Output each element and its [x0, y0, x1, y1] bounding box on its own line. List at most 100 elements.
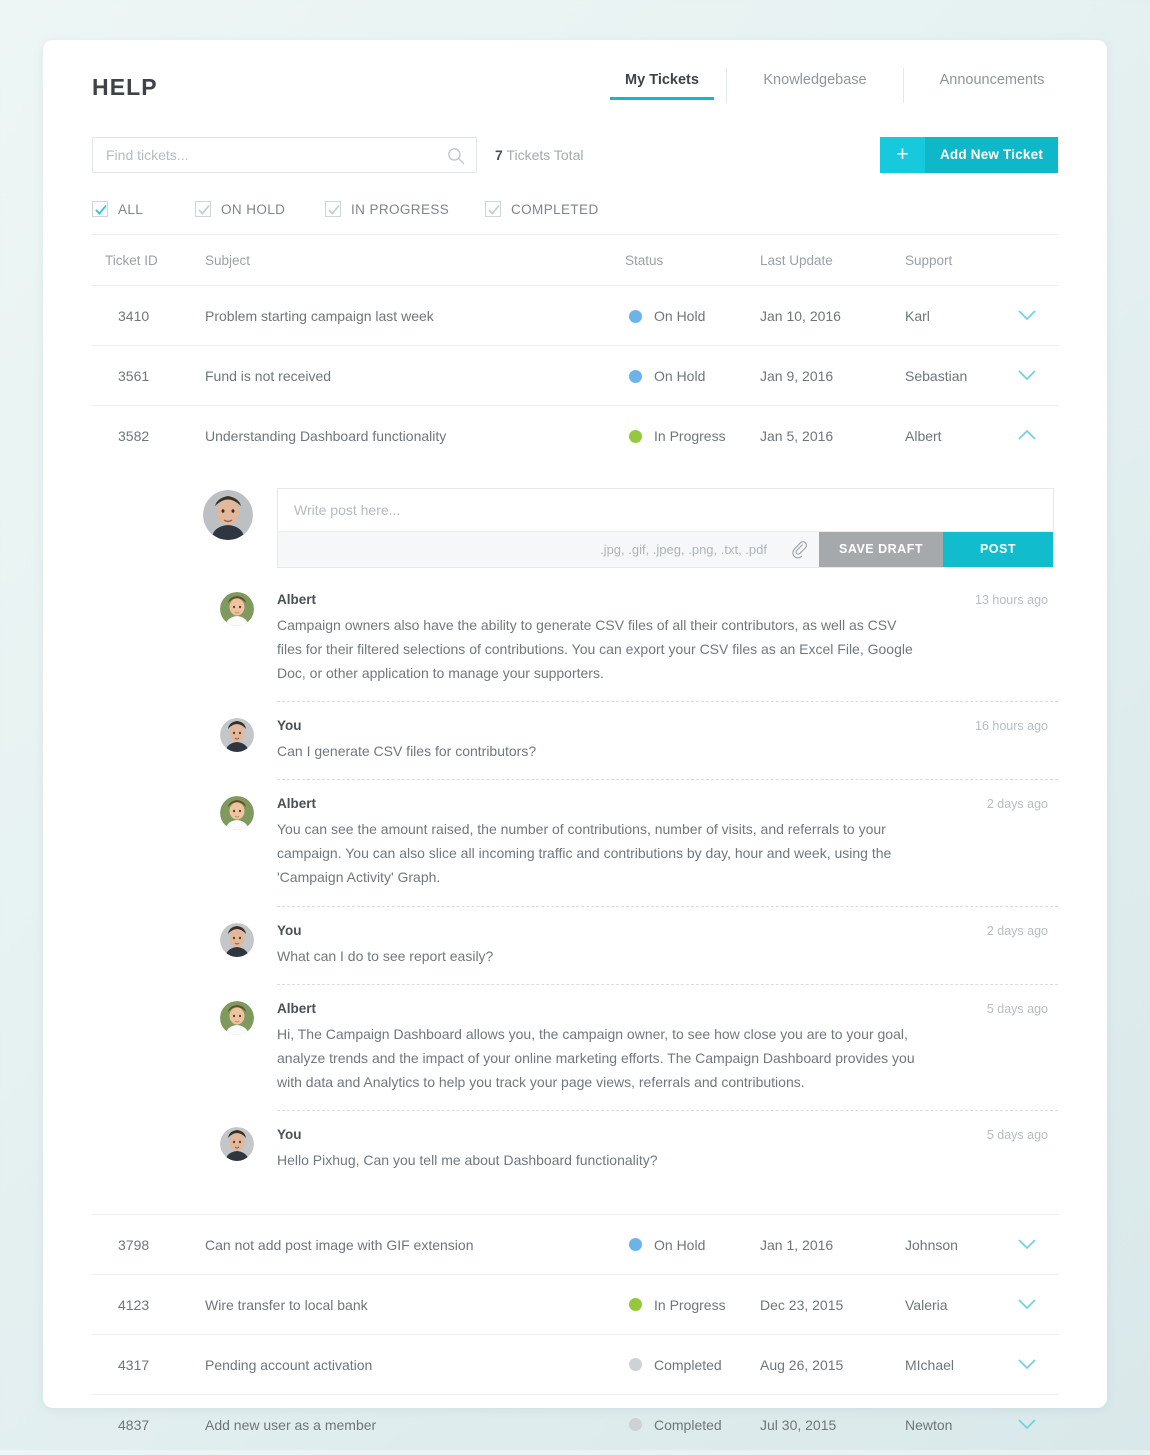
ticket-count-number: 7	[495, 147, 503, 163]
status-dot	[629, 429, 642, 443]
search-input[interactable]	[106, 138, 436, 172]
avatar	[220, 592, 254, 626]
filter-in-progress-label: IN PROGRESS	[351, 201, 450, 217]
cell-status: On Hold	[629, 1237, 705, 1253]
list-item: Albert 13 hours ago Campaign owners also…	[92, 592, 1058, 703]
albert-avatar-image	[220, 592, 254, 626]
chevron-up-icon[interactable]	[1016, 428, 1038, 442]
table-row[interactable]: 4837 Add new user as a member Completed …	[92, 1395, 1058, 1455]
table-row[interactable]: 4317 Pending account activation Complete…	[92, 1335, 1058, 1395]
post-composer: Write post here... .jpg, .gif, .jpeg, .p…	[92, 488, 1058, 568]
chevron-down-icon[interactable]	[1016, 368, 1038, 382]
checkbox-in-progress[interactable]	[325, 201, 341, 217]
filter-completed[interactable]: COMPLETED	[485, 201, 599, 217]
tab-announcements[interactable]: Announcements	[904, 72, 1080, 100]
albert-avatar-image	[220, 1000, 254, 1035]
message-header: Albert 5 days ago	[277, 1001, 1048, 1016]
message-author: You	[277, 922, 302, 938]
status-label: On Hold	[654, 368, 706, 384]
cell-status: On Hold	[629, 368, 705, 384]
status-label: In Progress	[654, 428, 726, 444]
filter-in-progress[interactable]: IN PROGRESS	[325, 201, 485, 217]
main-tabs: My Tickets Knowledgebase Announcements	[598, 68, 1080, 103]
message-header: Albert 2 days ago	[277, 796, 1048, 811]
list-item: You 5 days ago Hello Pixhug, Can you tel…	[92, 1111, 1058, 1188]
message-thread: Albert 13 hours ago Campaign owners also…	[92, 592, 1058, 1188]
you-avatar-image	[220, 718, 254, 753]
cell-support: Newton	[905, 1416, 953, 1433]
table-row[interactable]: 4123 Wire transfer to local bank In Prog…	[92, 1275, 1058, 1335]
message-author: You	[277, 718, 302, 734]
table-row[interactable]: 3561 Fund is not received On Hold Jan 9,…	[92, 346, 1058, 406]
cell-last-update: Jan 5, 2016	[760, 428, 834, 444]
avatar	[203, 490, 253, 540]
cell-status: Completed	[629, 1417, 722, 1433]
checkbox-on-hold[interactable]	[195, 201, 211, 217]
paperclip-icon[interactable]	[779, 532, 819, 567]
cell-last-update: Aug 26, 2015	[760, 1356, 844, 1373]
status-label: Completed	[654, 1416, 722, 1433]
cell-ticket-id: 3410	[118, 308, 150, 324]
status-label: On Hold	[654, 308, 706, 324]
cell-last-update: Jul 30, 2015	[760, 1416, 837, 1433]
status-filters: ALL ON HOLD IN PROGRESS COMPLETED	[43, 184, 1107, 234]
chevron-down-icon[interactable]	[1016, 1417, 1038, 1431]
filter-all-label: ALL	[118, 201, 144, 217]
table-row[interactable]: 3410 Problem starting campaign last week…	[92, 286, 1058, 346]
add-new-ticket-button[interactable]: + Add New Ticket	[880, 137, 1058, 173]
cell-support: Sebastian	[905, 368, 968, 384]
cell-subject: Wire transfer to local bank	[205, 1296, 368, 1313]
status-dot	[629, 1358, 642, 1372]
message-content: You 2 days ago What can I do to see repo…	[277, 923, 1058, 985]
cell-status: Completed	[629, 1357, 722, 1373]
message-author: Albert	[277, 592, 317, 607]
composer-box[interactable]: Write post here... .jpg, .gif, .jpeg, .p…	[277, 488, 1054, 568]
list-item: You 2 days ago What can I do to see repo…	[92, 907, 1058, 985]
table-row[interactable]: 3582 Understanding Dashboard functionali…	[92, 406, 1058, 466]
list-item: Albert 2 days ago You can see the amount…	[92, 780, 1058, 907]
cell-last-update: Jan 1, 2016	[760, 1236, 834, 1253]
column-header-subject: Subject	[205, 253, 251, 268]
chevron-down-icon[interactable]	[1016, 308, 1038, 322]
page-title: HELP	[92, 74, 158, 100]
message-body: What can I do to see report easily?	[277, 947, 494, 964]
chevron-down-icon[interactable]	[1016, 1297, 1038, 1311]
save-draft-button[interactable]: SAVE DRAFT	[819, 532, 943, 567]
cell-support: MIchael	[905, 1356, 955, 1373]
post-button[interactable]: POST	[943, 532, 1053, 567]
composer-toolbar: .jpg, .gif, .jpeg, .png, .txt, .pdf SAVE…	[278, 531, 1053, 567]
cell-ticket-id: 4837	[118, 1416, 150, 1433]
filter-on-hold[interactable]: ON HOLD	[195, 201, 325, 217]
message-author: You	[277, 1126, 302, 1142]
filter-all[interactable]: ALL	[92, 201, 195, 217]
message-content: Albert 5 days ago Hi, The Campaign Dashb…	[277, 1001, 1058, 1111]
message-body: Campaign owners also have the ability to…	[277, 617, 913, 682]
cell-ticket-id: 3561	[118, 368, 150, 384]
you-avatar-image	[220, 922, 254, 957]
checkbox-completed[interactable]	[485, 201, 501, 217]
cell-status: In Progress	[629, 428, 726, 444]
table-row[interactable]: 3798 Can not add post image with GIF ext…	[92, 1215, 1058, 1275]
chevron-down-icon[interactable]	[1016, 1357, 1038, 1371]
search-icon[interactable]	[447, 147, 465, 165]
tab-my-tickets[interactable]: My Tickets	[598, 72, 726, 100]
search-box[interactable]	[92, 137, 477, 173]
cell-support: Karl	[905, 308, 930, 324]
checkbox-all[interactable]	[92, 201, 108, 217]
post-input[interactable]: Write post here...	[278, 489, 1053, 531]
toolbar: 7 Tickets Total + Add New Ticket	[43, 122, 1107, 184]
chevron-down-icon[interactable]	[1016, 1237, 1038, 1251]
column-header-last-update: Last Update	[760, 253, 833, 268]
message-author: Albert	[277, 796, 317, 812]
message-body: Hi, The Campaign Dashboard allows you, t…	[277, 1025, 915, 1090]
cell-last-update: Dec 23, 2015	[760, 1296, 844, 1313]
avatar	[220, 718, 254, 753]
avatar	[220, 1126, 254, 1161]
cell-status: In Progress	[629, 1297, 726, 1313]
tickets-table: Ticket ID Subject Status Last Update Sup…	[92, 234, 1058, 1455]
cell-status: On Hold	[629, 308, 705, 324]
cell-last-update: Jan 10, 2016	[760, 308, 841, 324]
tab-knowledgebase[interactable]: Knowledgebase	[727, 72, 903, 100]
cell-support: Valeria	[905, 1296, 948, 1313]
avatar	[220, 1000, 254, 1035]
